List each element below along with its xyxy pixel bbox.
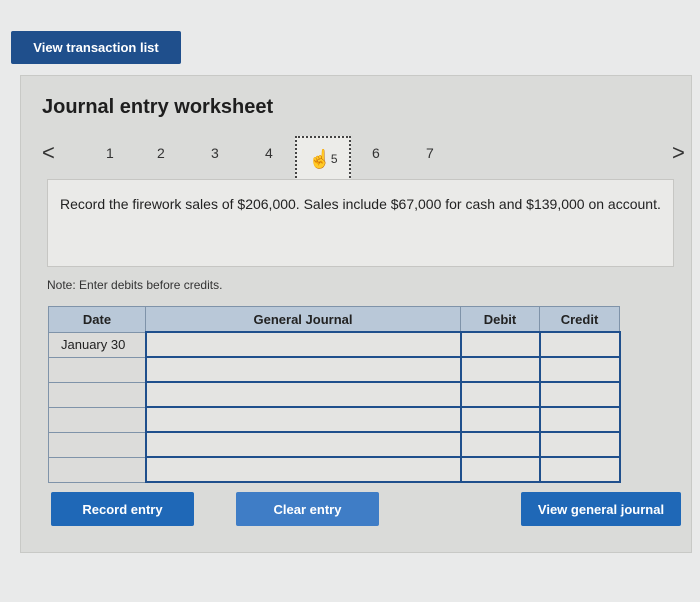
header-debit: Debit: [460, 306, 540, 333]
account-input[interactable]: [144, 456, 462, 483]
step-5-label: 5: [330, 152, 338, 166]
account-input[interactable]: [144, 406, 462, 433]
debit-input[interactable]: [459, 331, 541, 358]
account-input[interactable]: [144, 381, 462, 408]
table-row: [48, 456, 621, 483]
table-row: [48, 381, 621, 408]
hand-pointer-icon: ☝: [308, 148, 331, 169]
header-general-journal: General Journal: [145, 306, 461, 333]
table-header-row: Date General Journal Debit Credit: [48, 306, 620, 333]
header-date: Date: [48, 306, 146, 333]
step-5-current[interactable]: ☝ 5: [295, 136, 351, 182]
table-row: [48, 356, 621, 383]
step-1[interactable]: 1: [106, 145, 114, 161]
debit-input[interactable]: [459, 381, 541, 408]
prev-arrow-icon[interactable]: <: [42, 140, 55, 166]
date-cell: [48, 431, 146, 458]
credit-input[interactable]: [538, 381, 621, 408]
clear-entry-button[interactable]: Clear entry: [236, 492, 379, 526]
credit-input[interactable]: [538, 456, 621, 483]
credit-input[interactable]: [538, 331, 621, 358]
step-navigation: < 1 2 3 4 ☝ 5 6 7 >: [40, 136, 696, 182]
question-text: Record the firework sales of $206,000. S…: [47, 179, 674, 267]
debit-input[interactable]: [459, 356, 541, 383]
debit-input[interactable]: [459, 431, 541, 458]
table-row: [48, 431, 621, 458]
next-arrow-icon[interactable]: >: [672, 140, 685, 166]
step-2[interactable]: 2: [157, 145, 165, 161]
table-row: [48, 406, 621, 433]
credit-input[interactable]: [538, 356, 621, 383]
step-4[interactable]: 4: [265, 145, 273, 161]
journal-table: Date General Journal Debit Credit Januar…: [48, 306, 621, 483]
credit-input[interactable]: [538, 431, 621, 458]
date-cell: [48, 356, 146, 383]
date-cell: [48, 406, 146, 433]
note-text: Note: Enter debits before credits.: [47, 278, 223, 292]
debit-input[interactable]: [459, 406, 541, 433]
worksheet-title: Journal entry worksheet: [42, 96, 274, 118]
step-6[interactable]: 6: [372, 145, 380, 161]
view-transaction-list-button[interactable]: View transaction list: [11, 31, 181, 64]
header-credit: Credit: [539, 306, 620, 333]
date-cell: [48, 381, 146, 408]
table-row: January 30: [48, 331, 621, 358]
record-entry-button[interactable]: Record entry: [51, 492, 194, 526]
step-7[interactable]: 7: [426, 145, 434, 161]
debit-input[interactable]: [459, 456, 541, 483]
credit-input[interactable]: [538, 406, 621, 433]
date-cell: [48, 456, 146, 483]
view-general-journal-button[interactable]: View general journal: [521, 492, 681, 526]
account-input[interactable]: [144, 431, 462, 458]
account-input[interactable]: [144, 356, 462, 383]
date-cell: January 30: [48, 331, 146, 358]
step-3[interactable]: 3: [211, 145, 219, 161]
account-input[interactable]: [144, 331, 462, 358]
